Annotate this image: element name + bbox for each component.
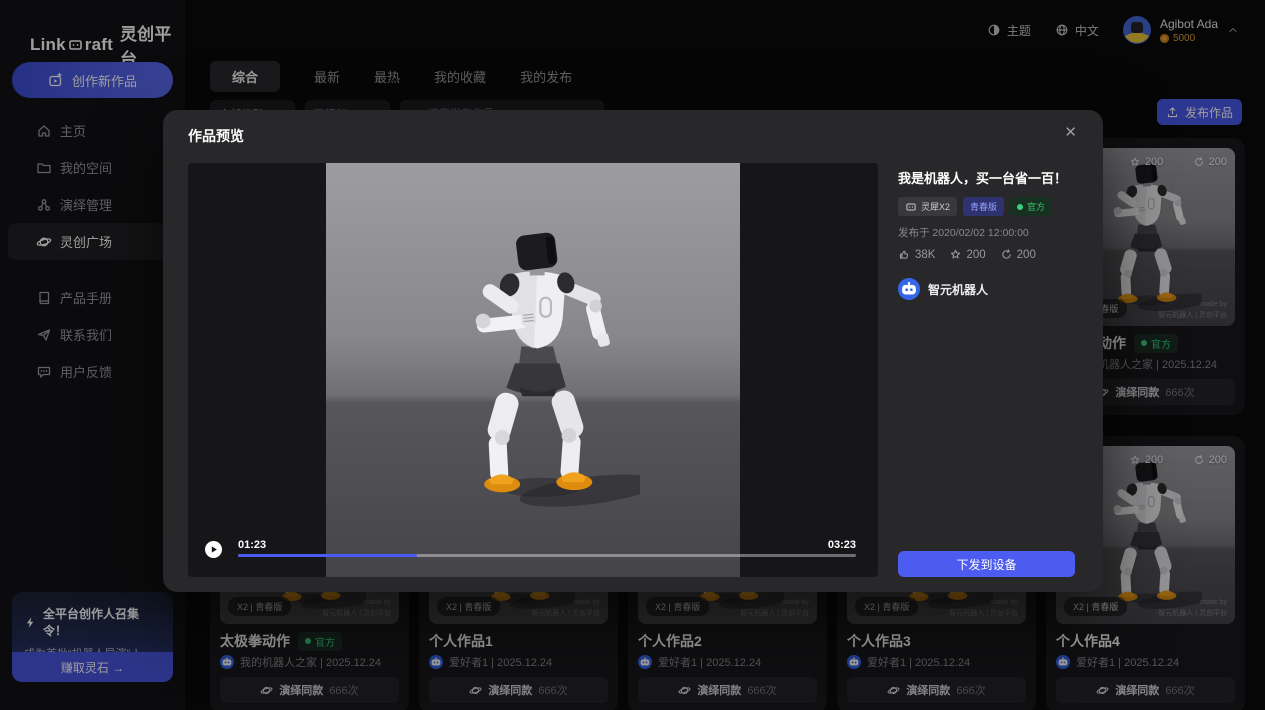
video-player[interactable]: 01:23 03:23 [188,163,878,577]
likes-stat: 38K [898,248,935,261]
shares-stat: 200 [1000,248,1036,261]
stars-stat: 200 [949,248,985,261]
send-to-device-button[interactable]: 下发到设备 [898,551,1075,577]
star-icon [949,248,962,261]
play-button[interactable] [205,541,222,558]
screen-icon [905,201,917,213]
author-avatar [898,278,920,300]
modal-title: 作品预览 [188,126,244,146]
official-dot-icon [1017,204,1023,210]
total-time: 03:23 [828,539,856,551]
progress-fill [238,554,417,557]
work-tags: 灵犀X2 青春版 官方 [898,197,1075,216]
published-date: 发布于 2020/02/02 12:00:00 [898,225,1075,240]
work-author-row[interactable]: 智元机器人 [898,278,1075,300]
work-detail-panel: 我是机器人，买一台省一百！ 灵犀X2 青春版 官方 发布于 2020/02/02… [898,163,1075,577]
share-icon [1000,248,1013,261]
work-preview-modal: 作品预览 ✕ 01:23 03:23 我是机器人，买一台省一百！ 灵犀X2 青春… [163,110,1103,592]
video-frame [326,163,740,577]
official-tag: 官方 [1010,197,1052,216]
thumb-up-icon [898,248,911,261]
edition-tag: 青春版 [963,197,1004,216]
time-row: 01:23 03:23 [238,539,856,551]
work-title: 我是机器人，买一台省一百！ [898,163,1075,187]
progress-bar[interactable] [238,554,856,557]
close-icon[interactable]: ✕ [1064,123,1077,141]
current-time: 01:23 [238,539,266,551]
author-name: 智元机器人 [928,281,988,298]
work-stats: 38K 200 200 [898,248,1075,261]
model-tag: 灵犀X2 [898,197,957,216]
